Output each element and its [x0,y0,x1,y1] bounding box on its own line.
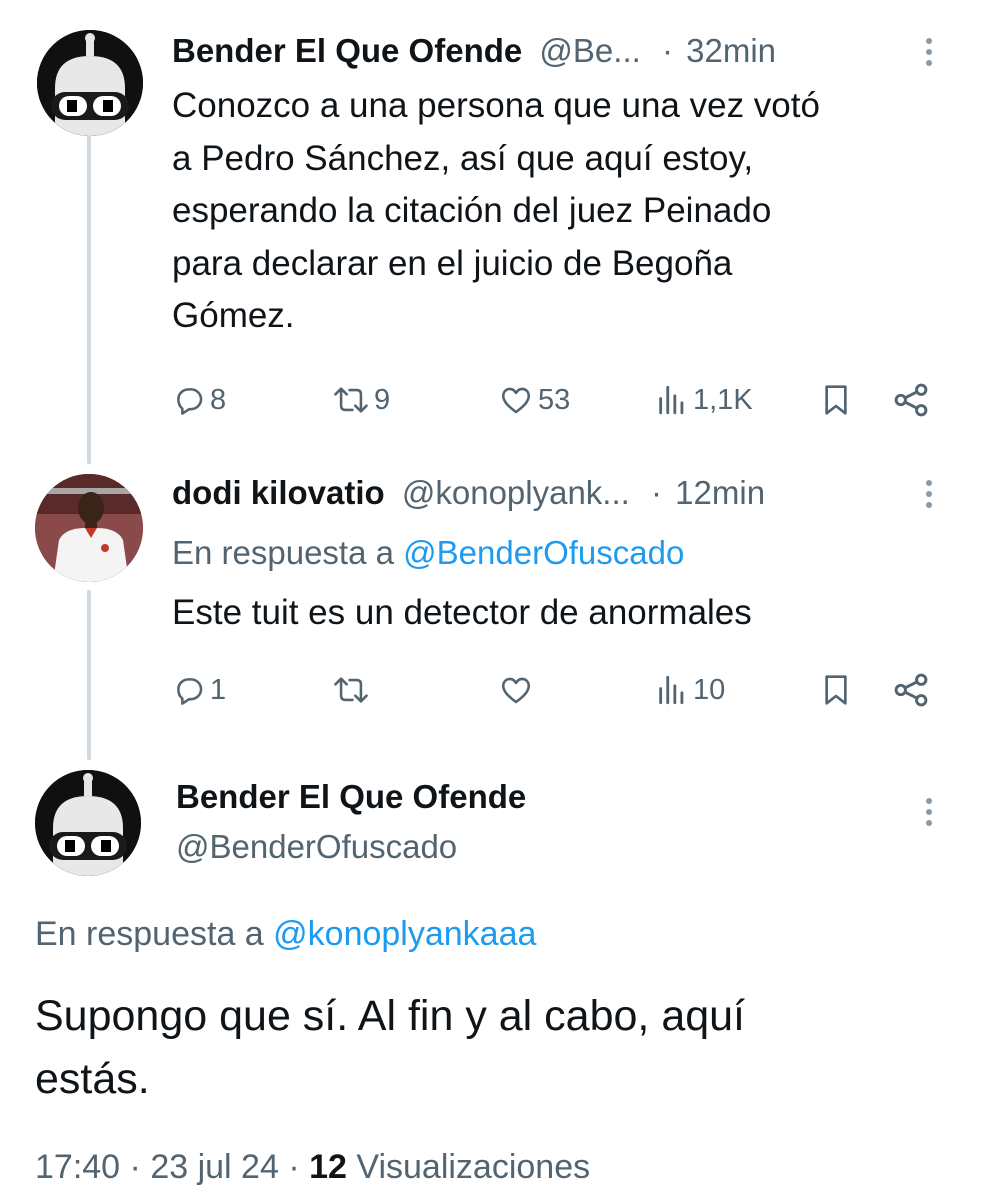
share-button[interactable] [892,380,930,420]
reply-context: En respuesta a @BenderOfuscado [172,531,684,575]
author-name[interactable]: dodi kilovatio [172,474,385,511]
more-options-icon[interactable] [925,480,933,513]
avatar[interactable] [35,474,143,582]
tweet-time[interactable]: 17:40 [35,1148,120,1186]
separator: · [651,474,662,511]
bookmark-icon [825,675,847,705]
author-name[interactable]: Bender El Que Ofende [172,32,522,69]
share-button[interactable] [892,670,930,710]
bender-robot-avatar-icon [37,30,143,136]
reply-button[interactable]: 8 [172,380,226,420]
thread-line [87,128,91,464]
retweet-button[interactable]: 9 [332,380,390,420]
timestamp[interactable]: 12min [675,474,765,511]
bookmark-icon [825,385,847,415]
tweet-text: Conozco a una persona que una vez votó a… [172,80,820,343]
reply-to-link[interactable]: @BenderOfuscado [403,534,684,571]
tweet-text-line: Supongo que sí. Al fin y al cabo, aquí [35,992,746,1040]
bender-robot-avatar-icon [35,770,141,876]
separator: · [661,32,673,69]
reply-prefix: En respuesta a [35,915,264,953]
tweet-header: Bender El Que Ofende @Be... · 32min [172,30,776,72]
author-handle[interactable]: @BenderOfuscado [176,826,457,868]
more-options-icon[interactable] [925,38,933,71]
retweet-icon [334,387,368,413]
views-button[interactable]: 1,1K [655,380,753,420]
like-button[interactable] [498,670,538,710]
tweet-meta: 17:40 · 23 jul 24 · 12 Visualizaciones [35,1145,590,1189]
reply-context: En respuesta a @konoplyankaaa [35,912,536,956]
avatar[interactable] [35,770,141,876]
tweet-text-line: Gómez. [172,296,295,335]
heart-icon [501,677,531,704]
tweet-text-line: Este tuit es un detector de anormales [172,593,752,632]
reply-icon [177,678,203,705]
retweet-count: 9 [374,383,391,416]
view-count: 1,1K [693,383,753,416]
views-button[interactable]: 10 [655,670,725,710]
author-name[interactable]: Bender El Que Ofende [176,776,526,818]
football-player-avatar-icon [35,474,143,582]
tweet-text-line: esperando la citación del juez Peinado [172,191,772,230]
like-button[interactable]: 53 [498,380,570,420]
author-handle[interactable]: @konoplyank... [402,474,630,511]
reply-prefix: En respuesta a [172,534,394,571]
analytics-icon [659,675,684,705]
like-count: 53 [538,383,571,416]
analytics-icon [659,385,684,415]
heart-icon [501,387,531,414]
tweet-text: Este tuit es un detector de anormales [172,587,752,640]
views-label: Visualizaciones [356,1148,591,1186]
tweet-header: dodi kilovatio @konoplyank... · 12min [172,472,765,514]
view-count: 10 [693,673,726,706]
retweet-icon [334,677,368,703]
tweet-text-line: para declarar en el juicio de Begoña [172,243,733,283]
tweet-text-line: estás. [35,1055,150,1103]
tweet-text: Supongo que sí. Al fin y al cabo, aquí e… [35,985,745,1111]
reply-count: 8 [210,383,227,416]
author-handle[interactable]: @Be... [539,32,640,69]
thread-line [87,590,91,760]
separator: · [288,1148,300,1186]
timestamp[interactable]: 32min [686,32,776,69]
more-options-icon[interactable] [925,798,933,831]
separator: · [129,1148,141,1186]
share-icon [894,383,928,417]
bookmark-button[interactable] [820,670,852,710]
avatar[interactable] [37,30,143,136]
reply-to-link[interactable]: @konoplyankaaa [273,915,536,953]
tweet-date[interactable]: 23 jul 24 [150,1148,279,1186]
views-count: 12 [309,1148,347,1186]
retweet-button[interactable] [332,670,374,710]
reply-icon [177,388,203,415]
reply-button[interactable]: 1 [172,670,226,710]
tweet-text-line: a Pedro Sánchez, así que aquí estoy, [172,138,754,178]
share-icon [894,673,928,707]
reply-count: 1 [210,673,227,706]
tweet-text-line: Conozco a una persona que una vez votó [172,86,820,125]
bookmark-button[interactable] [820,380,852,420]
